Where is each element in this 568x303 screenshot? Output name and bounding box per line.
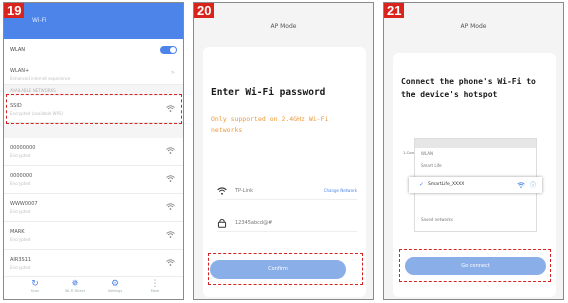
go-connect-button[interactable]: Go connect: [405, 257, 546, 275]
password-value: 12345abcd@#: [235, 220, 273, 226]
enter-password-panel: 20 AP Mode Enter Wi-Fi password Only sup…: [193, 2, 374, 300]
chevron-right-icon: >: [170, 70, 175, 76]
network-row[interactable]: 00000000 Encrypted: [4, 138, 183, 166]
wifi-icon: [517, 182, 525, 188]
network-row[interactable]: MARK Encrypted: [4, 222, 183, 250]
network-name: WWW0007: [10, 201, 38, 207]
refresh-icon: ↻: [31, 279, 39, 289]
network-row[interactable]: WWW0007 Encrypted: [4, 194, 183, 222]
wifi-settings-panel: 19 Wi-Fi WLAN WLAN+ Enhanced internet ex…: [3, 2, 184, 300]
wifi-header: Wi-Fi: [4, 3, 183, 39]
hotspot-heading: Connect the phone's Wi-Fi to the device'…: [401, 77, 536, 99]
ssid-row[interactable]: TP-Link Change Network: [217, 185, 357, 200]
more-button[interactable]: ⋮ More: [140, 279, 170, 293]
illustration-header: [415, 139, 536, 148]
available-networks-label: AVAILABLE NETWORKS: [10, 88, 56, 93]
step-badge-21: 21: [384, 3, 405, 18]
network-name: 0000000: [10, 173, 33, 179]
ap-mode-title: AP Mode: [270, 23, 297, 30]
step-badge-19: 19: [4, 3, 25, 18]
wlan-plus-sub: Enhanced internet experience: [10, 76, 71, 81]
network-sub: Encrypted: [10, 181, 31, 186]
network-name: MARK: [10, 229, 25, 235]
illustration-row: Smart Life: [421, 163, 442, 168]
password-field[interactable]: 12345abcd@#: [217, 217, 357, 232]
network-name: 00000000: [10, 145, 36, 151]
change-network-link[interactable]: Change Network: [324, 188, 357, 193]
network-row[interactable]: AIR3S11 Encrypted: [4, 250, 183, 277]
hotspot-highlight-row: ✓ SmartLife_XXXX ⓘ: [409, 177, 542, 193]
hotspot-name: SmartLife_XXXX: [428, 182, 465, 187]
highlight-ssid-row: [6, 94, 182, 124]
more-label: More: [150, 289, 160, 293]
wifi-lock-icon: [166, 231, 175, 238]
wlan-plus-name: WLAN+: [10, 68, 30, 74]
step-badge-20: 20: [194, 3, 215, 18]
lock-icon: [217, 218, 227, 228]
ssid-value: TP-Link: [235, 188, 254, 194]
network-name: AIR3S11: [10, 257, 32, 263]
wifi-header-title: Wi-Fi: [32, 17, 47, 24]
settings-label: Settings: [107, 289, 123, 293]
more-icon: ⋮: [150, 279, 160, 289]
illustration-row: WLAN: [421, 151, 434, 156]
bottom-action-bar: ↻ Scan ✵ Wi-Fi Direct ⚙ Settings ⋮ More: [4, 276, 183, 299]
gear-icon: ⚙: [110, 279, 120, 289]
network-row[interactable]: 0000000 Encrypted: [4, 166, 183, 194]
wifi-lock-icon: [166, 147, 175, 154]
wifi-direct-icon: ✵: [71, 279, 79, 289]
wlan-label: WLAN: [10, 47, 26, 53]
settings-button[interactable]: ⚙ Settings: [100, 279, 130, 293]
highlight-confirm-button: [208, 253, 363, 285]
frequency-note: Only supported on 2.4GHz Wi-Fi networks: [211, 115, 329, 134]
illustration-row: Saved networks: [421, 217, 453, 222]
wifi-lock-icon: [166, 203, 175, 210]
network-sub: Encrypted: [10, 237, 31, 242]
wifi-direct-label: Wi-Fi Direct: [65, 289, 85, 293]
wlan-toggle[interactable]: [160, 46, 177, 54]
phone-wifi-illustration: WLAN Smart Life ✓ SmartLife_XXXX ⓘ Saved…: [409, 138, 542, 232]
wifi-direct-button[interactable]: ✵ Wi-Fi Direct: [60, 279, 90, 293]
connect-hotspot-panel: 21 AP Mode Connect the phone's Wi-Fi to …: [383, 2, 564, 300]
check-icon: ✓: [419, 181, 425, 188]
scan-button[interactable]: ↻ Scan: [20, 279, 50, 293]
scan-label: Scan: [30, 289, 40, 293]
wlan-toggle-row[interactable]: WLAN: [4, 39, 183, 61]
wifi-icon: [217, 187, 227, 195]
network-sub: Encrypted: [10, 153, 31, 158]
wlan-plus-row[interactable]: WLAN+ Enhanced internet experience >: [4, 61, 183, 85]
wifi-lock-icon: [166, 175, 175, 182]
password-heading: Enter Wi-Fi password: [211, 87, 326, 98]
info-icon: ⓘ: [529, 182, 536, 189]
wifi-lock-icon: [166, 259, 175, 266]
ap-mode-title: AP Mode: [460, 23, 487, 30]
network-sub: Encrypted: [10, 265, 31, 270]
network-sub: Encrypted: [10, 209, 31, 214]
